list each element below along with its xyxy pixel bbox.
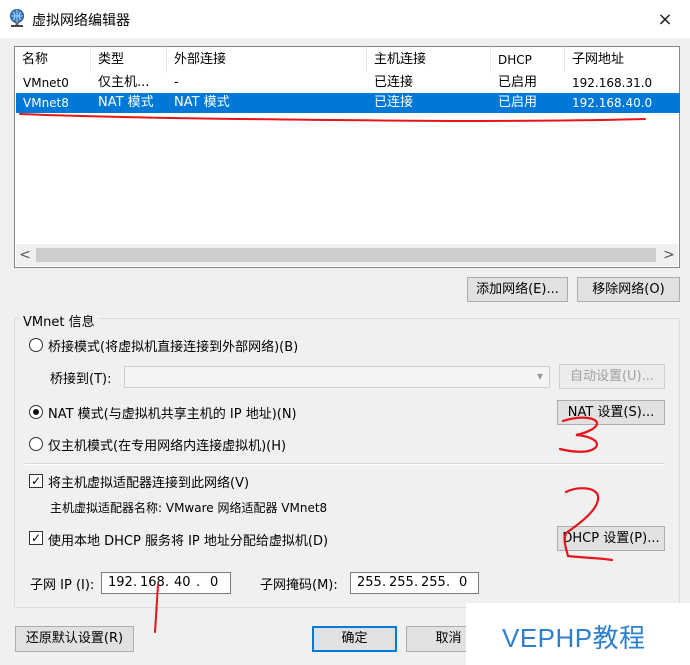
cell-external: NAT 模式 bbox=[174, 95, 230, 110]
cell-type: 仅主机... bbox=[98, 75, 150, 90]
subnet-mask-input[interactable]: 255 . 255 . 255 . 0 bbox=[350, 572, 479, 594]
network-table[interactable]: 名称 类型 外部连接 主机连接 DHCP 子网地址 VMnet0 仅主机... … bbox=[14, 46, 680, 268]
ok-button[interactable]: 确定 bbox=[312, 626, 397, 652]
chevron-down-icon: ▾ bbox=[536, 369, 543, 383]
column-header-host[interactable]: 主机连接 bbox=[367, 47, 491, 73]
subnet-ip-label: 子网 IP (I): bbox=[30, 578, 95, 593]
host-only-mode-label[interactable]: 仅主机模式(在专用网络内连接虚拟机)(H) bbox=[48, 435, 286, 454]
use-local-dhcp-checkbox[interactable]: ✓ bbox=[29, 531, 43, 545]
network-globe-icon bbox=[10, 9, 24, 27]
subnet-mask-label: 子网掩码(M): bbox=[260, 578, 338, 593]
cell-name: VMnet8 bbox=[23, 96, 69, 110]
cell-subnet: 192.168.40.0 bbox=[572, 96, 653, 110]
scrollbar-thumb[interactable] bbox=[36, 248, 656, 262]
connect-host-adapter-checkbox[interactable]: ✓ bbox=[29, 474, 43, 488]
dhcp-settings-button[interactable]: DHCP 设置(P)... bbox=[557, 526, 665, 551]
table-row-selected[interactable]: VMnet8 NAT 模式 NAT 模式 已连接 已启用 192.168.40.… bbox=[16, 93, 680, 113]
mask-octet-2: 255 bbox=[389, 575, 414, 590]
scroll-right-icon[interactable]: > bbox=[660, 244, 678, 266]
cell-dhcp: 已启用 bbox=[498, 75, 538, 90]
column-header-type[interactable]: 类型 bbox=[91, 47, 167, 73]
column-header-name[interactable]: 名称 bbox=[15, 47, 91, 73]
add-network-button[interactable]: 添加网络(E)... bbox=[467, 277, 568, 302]
restore-defaults-button[interactable]: 还原默认设置(R) bbox=[15, 626, 134, 652]
cell-host: 已连接 bbox=[374, 95, 414, 110]
use-local-dhcp-label[interactable]: 使用本地 DHCP 服务将 IP 地址分配给虚拟机(D) bbox=[48, 530, 328, 549]
connect-host-adapter-label[interactable]: 将主机虚拟适配器连接到此网络(V) bbox=[48, 472, 249, 491]
watermark-text: VEPHP教程 bbox=[502, 623, 646, 653]
group-title: VMnet 信息 bbox=[20, 311, 98, 330]
remove-network-button[interactable]: 移除网络(O) bbox=[577, 277, 680, 302]
nat-settings-button[interactable]: NAT 设置(S)... bbox=[557, 400, 665, 425]
cell-subnet: 192.168.31.0 bbox=[572, 76, 653, 90]
ip-octet-3: 40 bbox=[174, 575, 191, 590]
mask-octet-4: 0 bbox=[459, 575, 468, 590]
column-header-external[interactable]: 外部连接 bbox=[167, 47, 367, 73]
host-adapter-name: 主机虚拟适配器名称: VMware 网络适配器 VMnet8 bbox=[50, 501, 328, 515]
close-button[interactable]: × bbox=[652, 6, 678, 32]
bridged-to-select[interactable]: ▾ bbox=[124, 366, 550, 388]
bridged-mode-radio[interactable] bbox=[29, 338, 43, 352]
mask-octet-1: 255 bbox=[357, 575, 382, 590]
cell-host: 已连接 bbox=[374, 75, 414, 90]
nat-mode-radio[interactable] bbox=[29, 405, 43, 419]
title-bar: 虚拟网络编辑器 × bbox=[0, 0, 690, 38]
subnet-ip-input[interactable]: 192 . 168 . 40 . 0 bbox=[101, 572, 231, 594]
bridged-mode-label[interactable]: 桥接模式(将虚拟机直接连接到外部网络)(B) bbox=[48, 336, 298, 355]
close-icon: × bbox=[657, 8, 673, 30]
host-only-mode-radio[interactable] bbox=[29, 437, 43, 451]
nat-mode-label[interactable]: NAT 模式(与虚拟机共享主机的 IP 地址)(N) bbox=[48, 403, 297, 422]
horizontal-scrollbar[interactable]: < > bbox=[16, 244, 678, 266]
cell-dhcp: 已启用 bbox=[498, 95, 538, 110]
table-row[interactable]: VMnet0 仅主机... - 已连接 已启用 192.168.31.0 bbox=[16, 73, 680, 93]
cell-name: VMnet0 bbox=[23, 76, 69, 90]
mask-octet-3: 255 bbox=[421, 575, 446, 590]
auto-settings-button[interactable]: 自动设置(U)... bbox=[559, 364, 665, 389]
ip-octet-2: 168 bbox=[140, 575, 165, 590]
column-header-dhcp[interactable]: DHCP bbox=[491, 47, 565, 73]
divider bbox=[25, 463, 665, 465]
cell-type: NAT 模式 bbox=[98, 95, 154, 110]
bridged-to-label: 桥接到(T): bbox=[50, 372, 112, 387]
cell-external: - bbox=[174, 75, 179, 90]
window-title: 虚拟网络编辑器 bbox=[32, 13, 130, 29]
scroll-left-icon[interactable]: < bbox=[16, 244, 34, 266]
column-header-subnet[interactable]: 子网地址 bbox=[565, 47, 679, 73]
ip-octet-4: 0 bbox=[210, 575, 219, 590]
ip-octet-1: 192 bbox=[108, 575, 133, 590]
